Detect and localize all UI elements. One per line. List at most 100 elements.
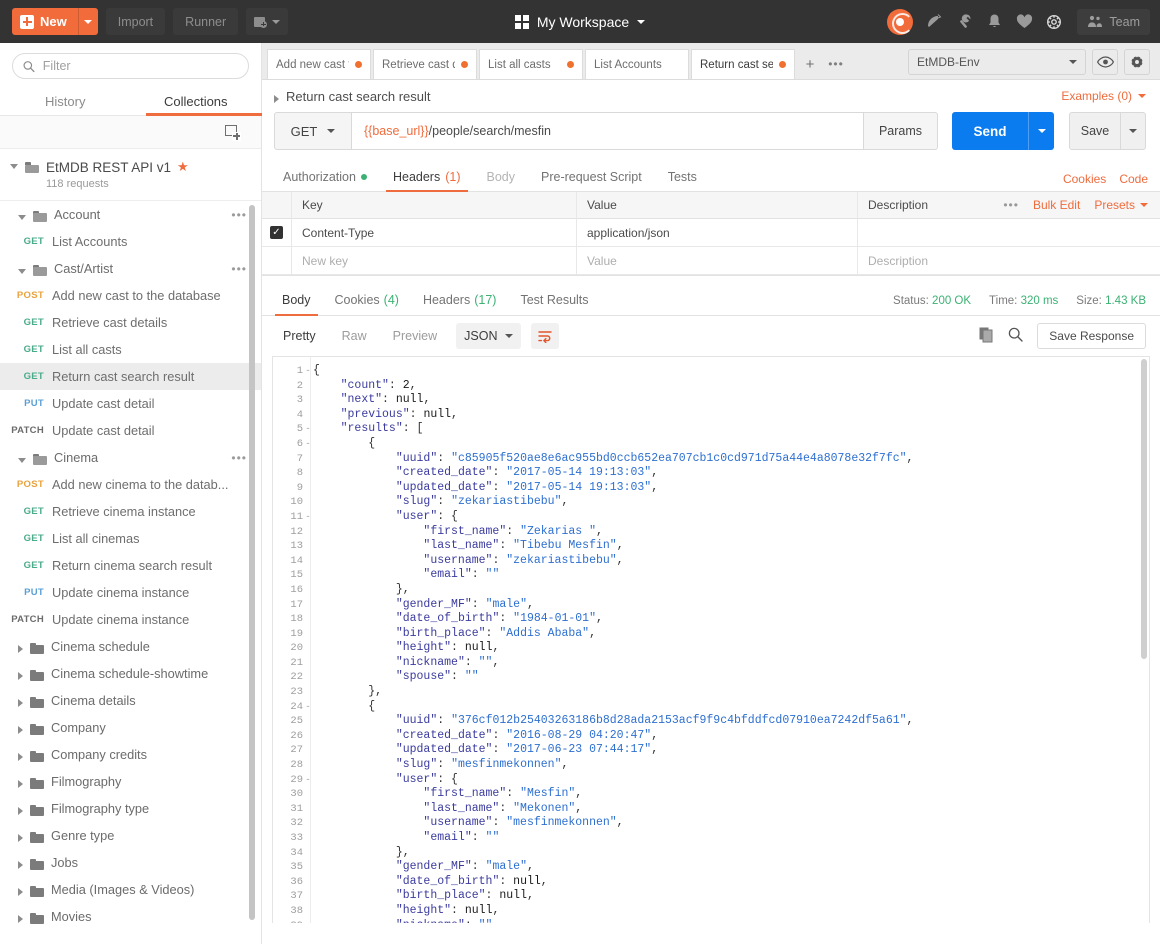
view-mode-pretty[interactable]: Pretty <box>272 323 327 349</box>
sidebar-request-update-cast-detail[interactable]: PUT Update cast detail <box>0 390 261 417</box>
chevron-right-icon[interactable] <box>18 807 23 815</box>
word-wrap-button[interactable] <box>531 323 560 349</box>
sidebar-request-add-new-cast-to-the-database[interactable]: POST Add new cast to the database <box>0 282 261 309</box>
tab-body[interactable]: Body <box>474 163 529 191</box>
new-value-input[interactable]: Value <box>577 247 858 275</box>
star-icon[interactable]: ★ <box>177 159 189 175</box>
response-json-code[interactable]: 1-{ 2 "count": 2, 3 "next": null, 4 "pre… <box>273 357 913 923</box>
request-tab-retrieve-cast-de[interactable]: Retrieve cast de <box>373 49 477 79</box>
chevron-down-icon[interactable] <box>18 268 26 274</box>
send-options-button[interactable] <box>1028 112 1054 150</box>
sidebar-folder-filmography-type[interactable]: Filmography type <box>0 795 261 822</box>
runner-button[interactable]: Runner <box>173 8 239 35</box>
sidebar-folder-cinema-schedule-showtime[interactable]: Cinema schedule-showtime <box>0 660 261 687</box>
chevron-right-icon[interactable] <box>18 780 23 788</box>
chevron-right-icon[interactable] <box>18 699 23 707</box>
environment-select[interactable]: EtMDB-Env <box>908 48 1086 75</box>
copy-icon[interactable] <box>979 327 994 346</box>
sidebar-request-update-cinema-instance[interactable]: PATCH Update cinema instance <box>0 606 261 633</box>
save-response-button[interactable]: Save Response <box>1037 323 1146 349</box>
sidebar-request-return-cinema-search-result[interactable]: GET Return cinema search result <box>0 552 261 579</box>
save-options-button[interactable] <box>1121 112 1146 150</box>
environment-quick-look-button[interactable] <box>1092 48 1118 75</box>
gear-icon[interactable] <box>1041 9 1067 35</box>
presets-button[interactable]: Presets <box>1094 198 1148 212</box>
request-tab-list-all-casts[interactable]: List all casts <box>479 49 583 79</box>
sidebar-request-update-cinema-instance[interactable]: PUT Update cinema instance <box>0 579 261 606</box>
tab-response-headers[interactable]: Headers (17) <box>411 284 508 315</box>
sidebar-folder-cinema-details[interactable]: Cinema details <box>0 687 261 714</box>
tab-headers[interactable]: Headers (1) <box>380 163 474 192</box>
request-tab-return-cast-sea[interactable]: Return cast sea <box>691 49 795 79</box>
chevron-right-icon[interactable] <box>274 94 279 103</box>
chevron-down-icon[interactable] <box>18 457 26 463</box>
tab-tests[interactable]: Tests <box>655 163 710 191</box>
tab-history[interactable]: History <box>0 87 131 115</box>
new-description-input[interactable]: Description <box>858 247 1160 275</box>
sidebar-folder-account[interactable]: Account ••• <box>0 201 261 228</box>
sync-icon[interactable] <box>921 9 947 35</box>
sidebar-scrollbar[interactable] <box>249 205 255 920</box>
bell-icon[interactable] <box>981 9 1007 35</box>
sidebar-request-list-accounts[interactable]: GET List Accounts <box>0 228 261 255</box>
response-body-viewer[interactable]: 1-{ 2 "count": 2, 3 "next": null, 4 "pre… <box>272 356 1150 923</box>
sidebar-folder-jobs[interactable]: Jobs <box>0 849 261 876</box>
new-button-main[interactable]: New <box>12 8 78 35</box>
sidebar-request-retrieve-cast-details[interactable]: GET Retrieve cast details <box>0 309 261 336</box>
send-button[interactable]: Send <box>952 112 1028 150</box>
new-collection-icon[interactable] <box>225 124 241 141</box>
heart-icon[interactable] <box>1011 9 1037 35</box>
tab-response-body[interactable]: Body <box>270 284 323 316</box>
tab-pre-request-script[interactable]: Pre-request Script <box>528 163 655 191</box>
import-button[interactable]: Import <box>105 8 166 35</box>
chevron-down-icon[interactable] <box>10 164 18 169</box>
header-description-cell[interactable] <box>858 219 1160 247</box>
view-mode-raw[interactable]: Raw <box>331 323 378 349</box>
search-box[interactable] <box>12 53 249 79</box>
environment-settings-button[interactable] <box>1124 48 1150 75</box>
headers-more-button[interactable]: ••• <box>1003 198 1019 212</box>
sidebar-request-update-cast-detail[interactable]: PATCH Update cast detail <box>0 417 261 444</box>
tab-collections[interactable]: Collections <box>131 87 279 116</box>
tab-test-results[interactable]: Test Results <box>508 284 600 315</box>
response-vertical-scrollbar[interactable] <box>1141 359 1147 659</box>
chevron-right-icon[interactable] <box>18 915 23 923</box>
chevron-right-icon[interactable] <box>18 834 23 842</box>
sidebar-folder-cast-artist[interactable]: Cast/Artist ••• <box>0 255 261 282</box>
tab-authorization[interactable]: Authorization <box>270 163 380 191</box>
url-input[interactable]: {{base_url}}/people/search/mesfin <box>352 112 864 150</box>
sidebar-folder-cinema[interactable]: Cinema ••• <box>0 444 261 471</box>
folder-more-button[interactable]: ••• <box>231 208 247 222</box>
folder-more-button[interactable]: ••• <box>231 451 247 465</box>
tab-response-cookies[interactable]: Cookies (4) <box>323 284 411 315</box>
wrench-icon[interactable] <box>951 9 977 35</box>
sidebar-request-list-all-cinemas[interactable]: GET List all cinemas <box>0 525 261 552</box>
new-button[interactable]: New <box>12 8 98 35</box>
response-format-select[interactable]: JSON <box>456 323 522 349</box>
breadcrumb[interactable]: Return cast search result <box>274 89 431 104</box>
sidebar-request-add-new-cinema-to-the-datab[interactable]: POST Add new cinema to the datab... <box>0 471 261 498</box>
postman-sync-orb-icon[interactable] <box>887 8 914 35</box>
sidebar-folder-company[interactable]: Company <box>0 714 261 741</box>
save-button[interactable]: Save <box>1069 112 1121 150</box>
bulk-edit-button[interactable]: Bulk Edit <box>1033 198 1080 212</box>
chevron-right-icon[interactable] <box>18 645 23 653</box>
search-icon[interactable] <box>1008 327 1023 345</box>
sidebar-folder-cinema-schedule[interactable]: Cinema schedule <box>0 633 261 660</box>
chevron-right-icon[interactable] <box>18 753 23 761</box>
sidebar-request-retrieve-cinema-instance[interactable]: GET Retrieve cinema instance <box>0 498 261 525</box>
collection-header[interactable]: EtMDB REST API v1 ★ 118 requests <box>0 149 261 201</box>
new-window-button[interactable] <box>246 8 289 35</box>
request-tab-add-new-cast-to[interactable]: Add new cast to <box>267 49 371 79</box>
http-method-select[interactable]: GET <box>274 112 352 150</box>
chevron-down-icon[interactable] <box>18 214 26 220</box>
team-button[interactable]: Team <box>1077 8 1150 35</box>
sidebar-request-return-cast-search-result[interactable]: GET Return cast search result <box>0 363 261 390</box>
new-row-checkbox[interactable] <box>262 247 292 275</box>
folder-more-button[interactable]: ••• <box>231 262 247 276</box>
request-tab-list-accounts[interactable]: List Accounts <box>585 49 689 79</box>
search-input[interactable] <box>42 59 238 73</box>
chevron-right-icon[interactable] <box>18 726 23 734</box>
header-key-cell[interactable]: Content-Type <box>292 219 577 247</box>
chevron-right-icon[interactable] <box>18 888 23 896</box>
